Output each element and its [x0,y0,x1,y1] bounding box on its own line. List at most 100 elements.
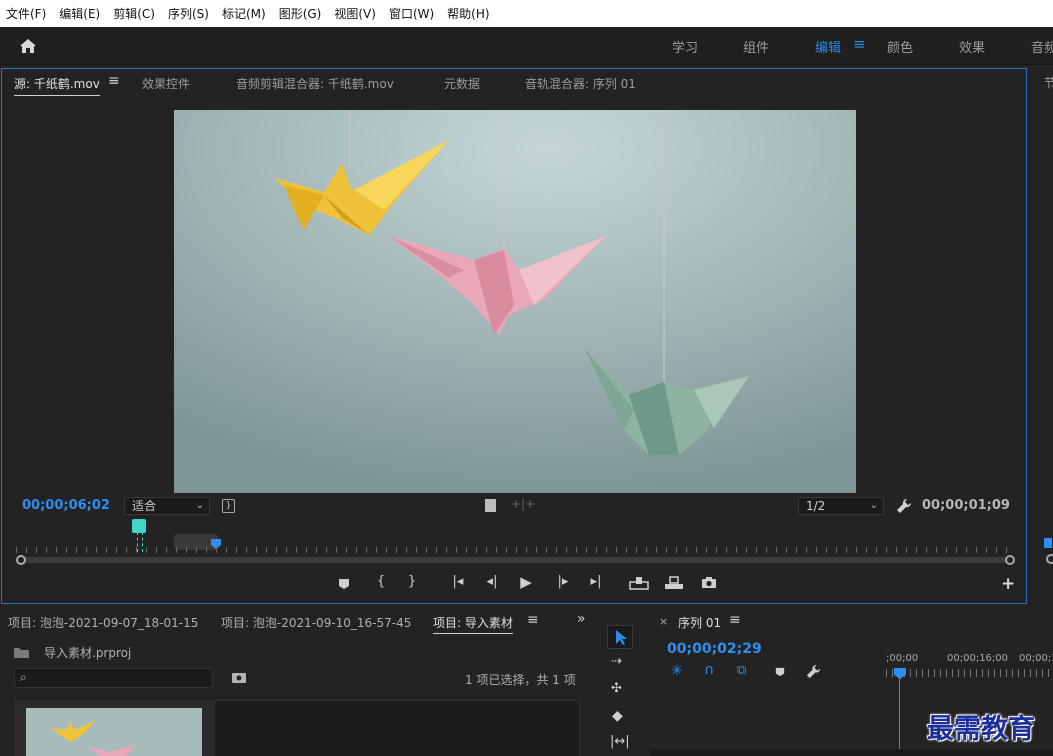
find-icon[interactable] [231,671,247,684]
search-input[interactable]: ⌕ [14,668,213,688]
workspace-audio[interactable]: 音频 [1031,37,1053,56]
workspace-learn[interactable]: 学习 [672,37,698,56]
panel-menu-icon[interactable]: ≡ [108,73,120,89]
close-icon[interactable]: × [659,615,668,628]
workspace-bar: 学习 组件 编辑 ≡ 颜色 效果 音频 [0,27,1053,65]
menu-help[interactable]: 帮助(H) [447,5,489,22]
source-monitor-panel: 源: 千纸鹤.mov ≡ 效果控件 音频剪辑混合器: 千纸鹤.mov 元数据 音… [1,68,1027,604]
workspace-editing[interactable]: 编辑 [815,37,841,56]
menu-marker[interactable]: 标记(M) [222,5,266,22]
current-timecode[interactable]: 00;00;06;02 [22,498,110,513]
play-icon[interactable]: ▶ [516,573,536,591]
step-back-icon[interactable]: ◂| [482,574,502,589]
filmstrip-icon[interactable] [485,499,496,512]
home-icon[interactable] [18,36,38,56]
resolution-dropdown[interactable]: 1/2 ⌄ [798,497,884,515]
menu-graphics[interactable]: 图形(G) [279,5,322,22]
chevron-down-icon: ⌄ [869,500,878,511]
ruler-label-1: 00;00;16;00 [947,653,1009,664]
ruler-label-2: 00;00;3 [1019,653,1053,664]
tools-panel: ⇢ ✣ ◆ |↔| [597,607,647,756]
tab-project-1[interactable]: 项目: 泡泡-2021-09-07_18-01-15 [8,614,198,631]
watermark-logo: 最需教育 [927,714,1035,745]
search-icon: ⌕ [20,670,27,684]
nest-icon[interactable]: ✳ [671,663,683,679]
timeline-playhead[interactable] [894,668,906,679]
adjacent-scroll-handle[interactable] [1046,554,1053,564]
menu-file[interactable]: 文件(F) [6,5,46,22]
zoom-dropdown[interactable]: 适合 ⌄ [124,497,210,515]
sequence-timecode[interactable]: 00;00;02;29 [667,641,762,657]
insert-fit-icon[interactable]: } [222,499,235,513]
clip-thumbnail [26,708,202,756]
project-file-name: 导入素材.prproj [44,646,132,660]
adjacent-playhead [1044,538,1052,548]
add-marker-icon[interactable] [338,578,350,590]
menu-view[interactable]: 视图(V) [334,5,376,22]
workspace-color[interactable]: 颜色 [887,37,913,56]
arrow-cursor-icon [616,630,627,645]
zoom-value: 适合 [132,499,157,513]
go-to-in-icon[interactable]: |◂ [448,574,468,589]
adjacent-panel-tab[interactable]: 节 [1044,74,1053,91]
tab-audio-clip-mixer[interactable]: 音频剪辑混合器: 千纸鹤.mov [236,75,394,92]
wrench-icon[interactable] [806,664,821,679]
go-to-out-icon[interactable]: ▸| [586,574,606,589]
add-button-icon[interactable]: + [1001,574,1015,594]
menu-bar: 文件(F) 编辑(E) 剪辑(C) 序列(S) 标记(M) 图形(G) 视图(V… [0,0,1053,27]
adjacent-panel-edge: 节 [1030,68,1053,604]
track-area[interactable] [650,749,1053,756]
folder-icon [14,648,29,658]
in-point-marker[interactable] [132,519,146,533]
tab-metadata[interactable]: 元数据 [444,75,480,92]
tab-project-2[interactable]: 项目: 泡泡-2021-09-10_16-57-45 [221,614,411,631]
workspace-effects[interactable]: 效果 [959,37,985,56]
menu-window[interactable]: 窗口(W) [389,5,434,22]
drag-audio-icon[interactable]: +|+ [511,497,535,511]
overwrite-icon[interactable] [664,576,684,590]
snap-magnet-icon[interactable]: ∩ [704,662,714,678]
menu-edit[interactable]: 编辑(E) [59,5,100,22]
clip-thumbnail-frame[interactable] [14,701,215,756]
add-marker-icon[interactable] [775,667,785,677]
linked-selection-icon[interactable]: ⧉ [737,663,746,678]
tab-audio-track-mixer[interactable]: 音轨混合器: 序列 01 [525,75,636,92]
selection-tool[interactable] [607,625,633,649]
wrench-icon[interactable] [896,498,912,514]
ripple-edit-tool-icon[interactable]: ✣ [611,681,622,696]
panel-menu-icon[interactable]: ≡ [729,612,741,628]
timeline-ruler[interactable] [886,669,1053,677]
project-panel: 项目: 泡泡-2021-09-07_18-01-15 项目: 泡泡-2021-0… [0,607,594,756]
slip-tool-icon[interactable]: |↔| [610,734,630,749]
workspace-assembly[interactable]: 组件 [743,37,769,56]
overflow-chevron-icon[interactable]: » [577,611,586,627]
ruler-label-0: ;00;00 [886,653,919,664]
timeline-panel: × 序列 01 ≡ 00;00;02;29 ✳ ∩ ⧉ ;00;00 00;00… [650,607,1053,756]
timeline-playhead-line [899,678,900,756]
menu-sequence[interactable]: 序列(S) [168,5,209,22]
selection-status: 1 项已选择，共 1 项 [465,673,576,687]
mark-in-icon[interactable]: { [371,574,391,589]
insert-icon[interactable] [629,576,649,590]
tab-sequence[interactable]: 序列 01 [678,614,721,631]
video-preview[interactable] [174,110,856,493]
workspace-menu-icon[interactable]: ≡ [853,35,866,53]
menu-clip[interactable]: 剪辑(C) [113,5,155,22]
chevron-down-icon: ⌄ [195,500,204,511]
scrub-ruler[interactable] [16,547,1014,553]
duration-timecode: 00;00;01;09 [922,498,1010,513]
camera-icon[interactable] [701,576,717,589]
track-select-tool-icon[interactable]: ⇢ [611,654,622,669]
tab-effect-controls[interactable]: 效果控件 [142,75,190,92]
resolution-value: 1/2 [806,499,826,513]
tab-source[interactable]: 源: 千纸鹤.mov [14,75,100,96]
paper-cranes-image [174,110,856,493]
panel-menu-icon[interactable]: ≡ [527,612,539,628]
scrollbar-left-handle[interactable] [16,555,26,565]
step-forward-icon[interactable]: |▸ [553,574,573,589]
zoom-scrollbar[interactable] [16,557,1014,563]
tab-project-3[interactable]: 项目: 导入素材 [433,614,513,634]
scrollbar-right-handle[interactable] [1005,555,1015,565]
razor-tool-icon[interactable]: ◆ [612,708,623,724]
mark-out-icon[interactable]: } [402,574,422,589]
